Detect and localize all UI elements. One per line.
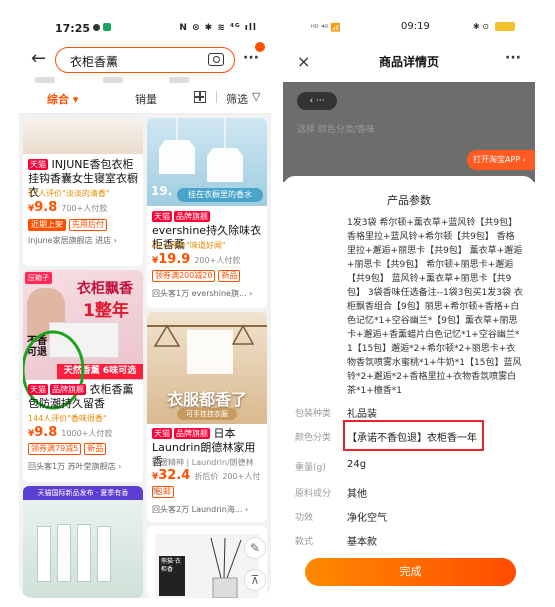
- search-results-screen: 17:25 N ⊙ ✱ ≋ ⁴ᴳ ıll ← 衣柜香薰 ··· 综合 ▾ 销量 …: [19, 14, 271, 598]
- hanger-illustration: [147, 324, 267, 374]
- search-input[interactable]: 衣柜香薰: [55, 47, 235, 73]
- open-taobao-app-button[interactable]: 打开淘宝APP ›: [467, 150, 535, 170]
- back-arrow-icon[interactable]: ←: [31, 48, 46, 69]
- review-snippet: 144人评价"香味很香": [28, 414, 107, 423]
- param-row-effect: 功效 净化空气: [295, 513, 387, 524]
- bluetooth-icons: ✱ ⊙: [473, 22, 489, 31]
- product-title: 天猫 品牌旗舰 衣柜香薰包防潮持久留香: [28, 383, 134, 410]
- divider: [216, 91, 217, 103]
- search-query: 衣柜香薰: [70, 55, 119, 69]
- top-area: ᴴᴰ ⁴ᴳ 📶 09:19 ✱ ⊙ × 商品详情页 ···: [283, 14, 535, 82]
- clipped-tab-remnant: [169, 77, 189, 83]
- image-price-text: 19.: [151, 184, 173, 198]
- promo-tags: 领券满200减20 新品: [152, 270, 243, 282]
- app-notification-icon: [103, 23, 111, 31]
- status-time: 09:19: [401, 21, 430, 32]
- product-image: 19. 挂在衣橱里的香水: [147, 118, 267, 206]
- shop-link[interactable]: 回头客2万 Laundrin海... ›: [152, 504, 248, 515]
- dimmed-background-page: ‹ ··· 选择 颜色分类/香味 打开淘宝APP ›: [283, 82, 535, 182]
- image-flag: 压箱子: [25, 272, 52, 284]
- search-bar: ← 衣柜香薰 ···: [19, 40, 271, 80]
- product-price: ¥9.8 700+人付款: [28, 200, 108, 215]
- clipped-tab-remnant: [35, 77, 55, 83]
- signal-icons: ᴴᴰ ⁴ᴳ 📶: [311, 23, 341, 32]
- review-snippet: 21人评价"味道好闻": [152, 241, 226, 250]
- tab-sales[interactable]: 销量: [135, 91, 157, 107]
- tab-comprehensive[interactable]: 综合 ▾: [47, 91, 78, 107]
- product-meta: 舒缓精神 | Laundrin/朗德林: [152, 458, 254, 467]
- product-card[interactable]: 天猫 INJUNE香包衣柜挂钩香囊女生寝室衣橱衣 17人评价"淡淡的清香" ¥9…: [23, 118, 143, 266]
- product-image: 熊猫·衣柜香: [155, 534, 259, 598]
- image-subcaption: 可手挂挂衣服: [177, 408, 237, 420]
- back-to-top-icon[interactable]: ⊼: [244, 569, 266, 591]
- product-card[interactable]: 天猫国际新品发布 · 夏季有香: [23, 486, 143, 598]
- nav-bar: × 商品详情页 ···: [283, 50, 535, 78]
- product-image: [23, 500, 143, 598]
- promo-tags: 包邮: [152, 486, 177, 498]
- sachet-photo: [77, 524, 91, 582]
- highlight-box: [343, 420, 484, 451]
- promo-tags: 近期上架 先用后付: [28, 219, 110, 231]
- camera-icon[interactable]: [208, 53, 224, 66]
- wechat-notification-icon: [93, 24, 100, 31]
- shop-link[interactable]: 回头客1万 evershine旗... ›: [152, 288, 252, 299]
- clipped-tab-remnant: [103, 77, 123, 83]
- product-detail-screen: ᴴᴰ ⁴ᴳ 📶 09:19 ✱ ⊙ × 商品详情页 ··· ‹ ··· 选择 颜…: [283, 14, 535, 598]
- tab-filter[interactable]: 筛选: [226, 91, 248, 107]
- status-time: 17:25: [55, 22, 91, 35]
- sachet-photo: [37, 526, 51, 582]
- edit-icon[interactable]: ✎: [244, 537, 266, 559]
- status-icons: N ⊙ ✱ ≋ ⁴ᴳ ıll: [179, 23, 257, 33]
- mini-nav-pill[interactable]: ‹ ···: [297, 92, 337, 110]
- more-menu-icon[interactable]: ···: [505, 50, 521, 66]
- product-image: 衣服都香了 可手挂挂衣服: [147, 312, 267, 424]
- image-caption: 挂在衣橱里的香水: [177, 188, 263, 202]
- promo-banner: 天猫国际新品发布 · 夏季有香: [23, 486, 143, 500]
- param-row-style: 款式 基本款: [295, 537, 377, 548]
- sachet-photo: [97, 526, 111, 582]
- param-row-ingredients: 原料成分 其他: [295, 489, 367, 500]
- image-headline: 衣服都香了: [166, 390, 247, 409]
- param-description: 1发3袋 希尔顿+薰衣草+蓝风铃【共9包】 香格里拉+蓝风铃+希尔顿【共9包】 …: [347, 218, 523, 396]
- sheet-heading: 产品参数: [387, 194, 431, 207]
- layout-toggle-icon[interactable]: [194, 91, 206, 103]
- product-card[interactable]: 19. 挂在衣橱里的香水 天猫 品牌旗舰 evershine持久除味衣柜香薰 21…: [147, 118, 267, 308]
- product-params-sheet: 产品参数 1发3袋 希尔顿+薰衣草+蓝风铃【共9包】 香格里拉+蓝风铃+希尔顿【…: [283, 176, 535, 598]
- shop-link[interactable]: injune家居旗舰店 进店 ›: [28, 235, 117, 246]
- image-headline: 衣柜飘香: [77, 281, 133, 297]
- sort-filter-bar: 综合 ▾ 销量 筛选 ▽: [19, 77, 271, 114]
- image-headline-2: 1整年: [83, 301, 129, 321]
- page-title: 商品详情页: [378, 55, 439, 69]
- product-image: [23, 118, 143, 154]
- review-snippet: 17人评价"淡淡的清香": [28, 189, 110, 198]
- promo-tags: 领券满79减5 新品: [28, 443, 109, 455]
- done-button[interactable]: 完成: [305, 558, 516, 586]
- shop-link[interactable]: 回头客1万 苏叶堂旗舰店 ›: [28, 461, 121, 472]
- product-card[interactable]: 衣服都香了 可手挂挂衣服 天猫 品牌旗舰 日本 Laundrin朗德林家用香 舒缓…: [147, 312, 267, 522]
- more-menu-icon[interactable]: ···: [243, 50, 259, 66]
- product-price: ¥9.8 1000+人付款: [28, 425, 113, 440]
- param-row-weight: 重量(g) 24g: [295, 459, 367, 473]
- product-card[interactable]: 压箱子 衣柜飘香 1整年 不香 可退 天然香薰 6味可选 天猫 品牌旗舰 衣柜香薰…: [23, 270, 143, 482]
- filter-funnel-icon[interactable]: ▽: [252, 90, 260, 103]
- notification-badge: [255, 42, 265, 52]
- sachet-photo: [57, 524, 71, 582]
- status-bar: ᴴᴰ ⁴ᴳ 📶 09:19 ✱ ⊙: [283, 14, 535, 40]
- product-price: ¥19.9 200+人付款: [152, 252, 241, 267]
- brand-box: 熊猫·衣柜香: [159, 556, 185, 596]
- tmall-tag: 天猫: [28, 159, 48, 170]
- battery-icon: [495, 22, 515, 31]
- param-row-packaging: 包装种类 礼品装: [295, 409, 377, 420]
- status-bar: 17:25 N ⊙ ✱ ≋ ⁴ᴳ ıll: [19, 14, 271, 40]
- spec-select-row: 选择 颜色分类/香味: [297, 125, 375, 135]
